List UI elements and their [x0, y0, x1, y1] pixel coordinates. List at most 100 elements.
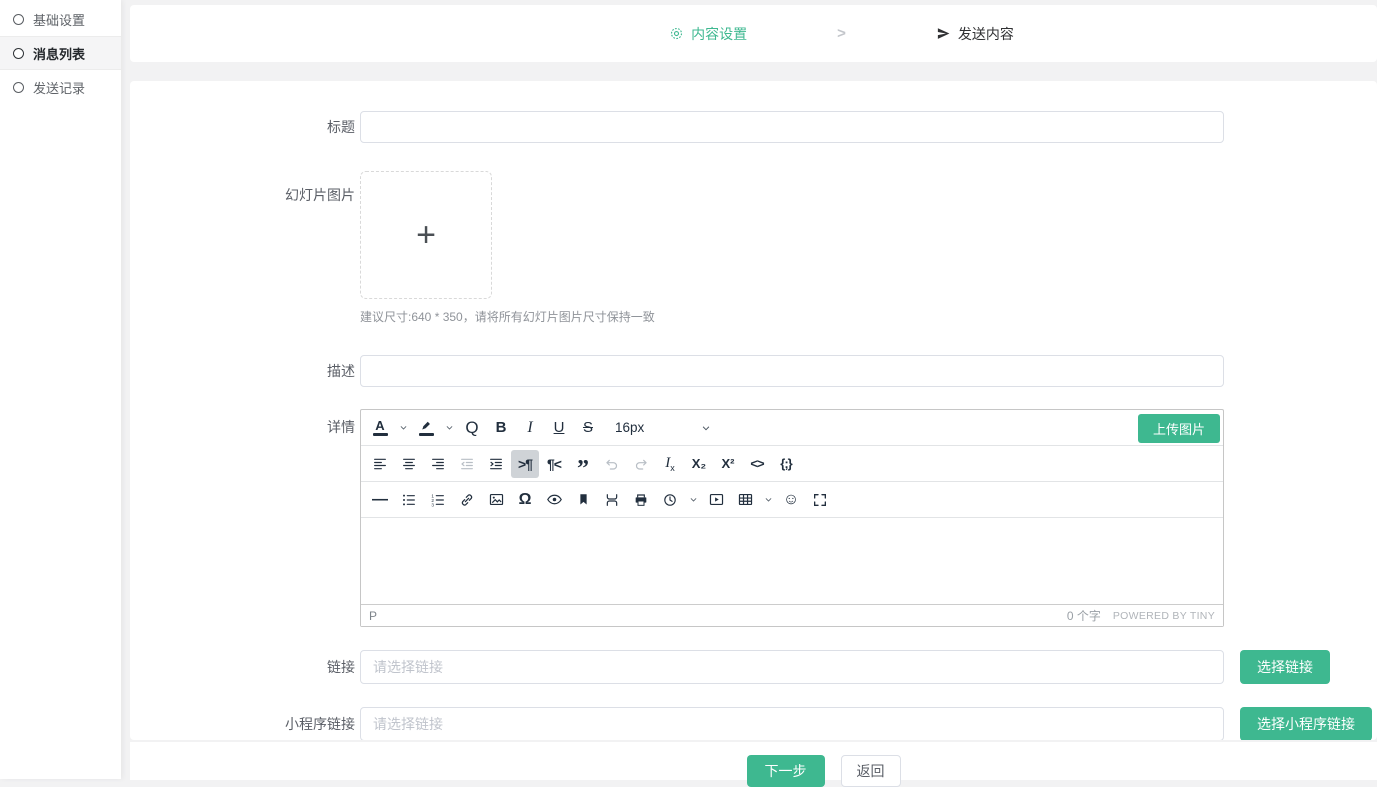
horizontal-rule-button[interactable]: —: [366, 486, 394, 514]
code-sample-button[interactable]: {;}: [772, 450, 800, 478]
outdent-button: [453, 450, 481, 478]
chevron-down-icon: [689, 495, 698, 504]
eye-icon: [546, 491, 563, 508]
step-label: 发送内容: [958, 24, 1014, 44]
editor-toolbar-row1: A Q: [361, 410, 1223, 446]
background-color-button[interactable]: [412, 414, 440, 442]
ltr-direction-button[interactable]: >¶: [511, 450, 539, 478]
font-size-value: 16px: [615, 420, 644, 435]
detail-row: 详情 A: [130, 409, 1377, 627]
slide-label: 幻灯片图片: [130, 171, 355, 205]
paper-plane-icon: [936, 26, 951, 41]
mini-program-link-row: 小程序链接 选择小程序链接: [130, 707, 1377, 740]
font-size-select[interactable]: 16px: [607, 414, 717, 442]
subscript-icon: X₂: [692, 456, 706, 471]
page-break-button[interactable]: [598, 486, 626, 514]
link-input[interactable]: [360, 650, 1224, 684]
text-color-icon: A: [375, 419, 384, 432]
sidebar-item-basic-settings[interactable]: 基础设置: [0, 2, 121, 36]
preview-button[interactable]: [540, 486, 568, 514]
svg-text:3: 3: [431, 502, 434, 507]
main-content: 内容设置 > 发送内容 标题 幻灯片图片 + 建议尺寸:640: [130, 0, 1377, 779]
choose-mini-program-link-button[interactable]: 选择小程序链接: [1240, 707, 1372, 740]
slide-size-hint: 建议尺寸:640 * 350，请将所有幻灯片图片尺寸保持一致: [360, 308, 1224, 325]
mini-program-link-label: 小程序链接: [130, 714, 355, 734]
rtl-direction-button[interactable]: ¶<: [540, 450, 568, 478]
emoji-button[interactable]: ☺: [777, 486, 805, 514]
circle-icon: [13, 48, 24, 59]
back-button[interactable]: 返回: [841, 755, 901, 787]
strikethrough-button[interactable]: S: [574, 414, 602, 442]
insert-datetime-button[interactable]: [656, 486, 684, 514]
rich-text-editor: A Q: [360, 409, 1224, 627]
link-label: 链接: [130, 657, 355, 677]
underline-button[interactable]: U: [545, 414, 573, 442]
title-label: 标题: [130, 117, 355, 137]
table-button[interactable]: [731, 486, 759, 514]
title-row: 标题: [130, 111, 1377, 143]
align-center-button[interactable]: [395, 450, 423, 478]
mini-program-link-input[interactable]: [360, 707, 1224, 740]
next-step-button[interactable]: 下一步: [747, 755, 825, 787]
step-content-settings[interactable]: 内容设置: [669, 24, 747, 44]
align-left-button[interactable]: [366, 450, 394, 478]
special-character-button[interactable]: Ω: [511, 486, 539, 514]
italic-icon: I: [527, 419, 532, 437]
subscript-button[interactable]: X₂: [685, 450, 713, 478]
fullscreen-button[interactable]: [806, 486, 834, 514]
undo-icon: [604, 456, 620, 472]
link-button[interactable]: [453, 486, 481, 514]
description-input[interactable]: [360, 355, 1224, 387]
powered-by-tiny-link[interactable]: POWERED BY TINY: [1113, 610, 1215, 622]
chevron-down-icon: [701, 423, 711, 433]
search-replace-button[interactable]: Q: [458, 414, 486, 442]
insert-image-button[interactable]: [482, 486, 510, 514]
description-label: 描述: [130, 361, 355, 381]
insert-media-button[interactable]: [702, 486, 730, 514]
ltr-icon: >¶: [518, 456, 532, 472]
strikethrough-icon: S: [583, 419, 593, 436]
title-input[interactable]: [360, 111, 1224, 143]
redo-button: [627, 450, 655, 478]
text-color-menu-button[interactable]: [395, 414, 411, 442]
media-icon: [708, 491, 725, 508]
upload-image-button[interactable]: 上传图片: [1138, 414, 1220, 443]
align-right-button[interactable]: [424, 450, 452, 478]
footer-actions: 下一步 返回: [130, 742, 1377, 780]
omega-icon: Ω: [519, 491, 532, 509]
superscript-icon: X²: [722, 456, 735, 471]
code-button[interactable]: <>: [743, 450, 771, 478]
insert-datetime-menu-button[interactable]: [685, 486, 701, 514]
editor-status-bar: P 0 个字 POWERED BY TINY: [361, 604, 1223, 626]
choose-link-button[interactable]: 选择链接: [1240, 650, 1330, 684]
code-sample-icon: {;}: [780, 456, 791, 471]
editor-content-area[interactable]: [361, 518, 1223, 604]
image-upload-box[interactable]: +: [360, 171, 492, 299]
anchor-button[interactable]: [569, 486, 597, 514]
sidebar-item-label: 发送记录: [33, 78, 85, 97]
chevron-down-icon: [764, 495, 773, 504]
sidebar-item-label: 消息列表: [33, 44, 85, 63]
table-menu-button[interactable]: [760, 486, 776, 514]
step-arrow-icon: >: [837, 25, 846, 42]
text-color-button[interactable]: A: [366, 414, 394, 442]
sidebar: 基础设置 消息列表 发送记录: [0, 0, 121, 779]
numbered-list-button[interactable]: 123: [424, 486, 452, 514]
outdent-icon: [459, 456, 475, 472]
rtl-icon: ¶<: [547, 456, 561, 472]
blockquote-icon: ”: [577, 454, 589, 474]
bold-button[interactable]: B: [487, 414, 515, 442]
background-color-menu-button[interactable]: [441, 414, 457, 442]
step-send-content[interactable]: 发送内容: [936, 24, 1014, 44]
bullet-list-button[interactable]: [395, 486, 423, 514]
print-button[interactable]: [627, 486, 655, 514]
sidebar-item-send-records[interactable]: 发送记录: [0, 70, 121, 104]
clear-formatting-button[interactable]: Ix: [656, 450, 684, 478]
indent-button[interactable]: [482, 450, 510, 478]
numbered-list-icon: 123: [430, 492, 446, 508]
superscript-button[interactable]: X²: [714, 450, 742, 478]
sidebar-item-message-list[interactable]: 消息列表: [0, 36, 121, 70]
bullet-list-icon: [401, 492, 417, 508]
blockquote-button[interactable]: ”: [569, 450, 597, 478]
italic-button[interactable]: I: [516, 414, 544, 442]
